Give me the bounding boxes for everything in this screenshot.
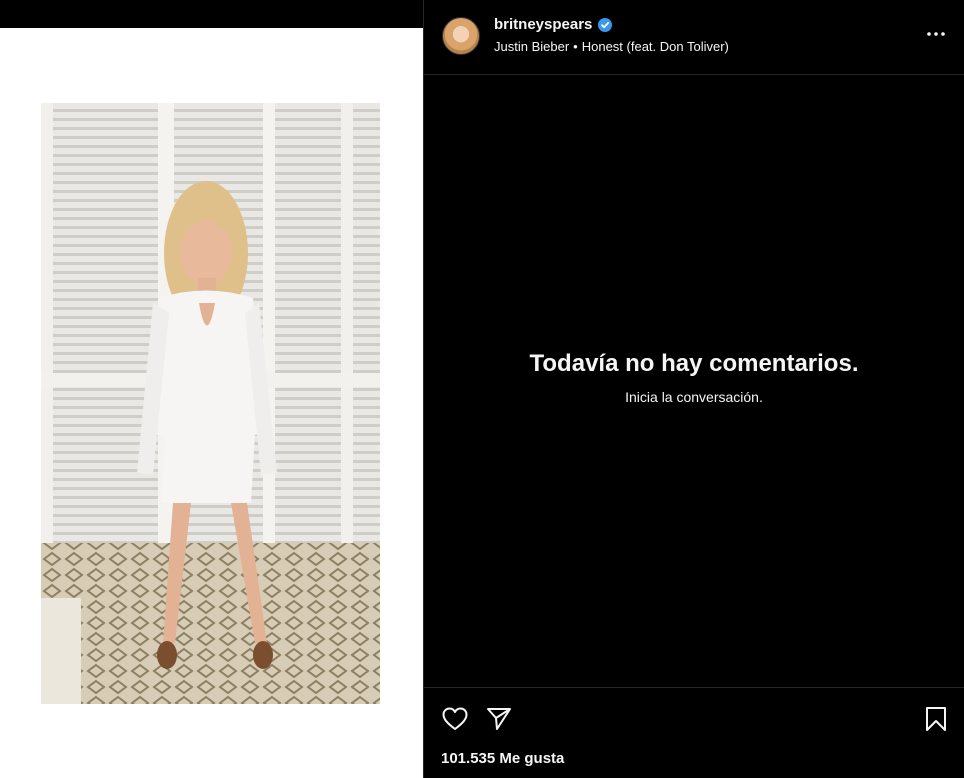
avatar[interactable] <box>442 17 480 55</box>
audio-attribution[interactable]: Justin Bieber • Honest (feat. Don Toliver) <box>494 39 729 54</box>
post-photo[interactable] <box>41 103 380 704</box>
paper-plane-icon[interactable] <box>485 705 513 733</box>
empty-comments-subtitle: Inicia la conversación. <box>625 389 763 405</box>
side-panel: britneyspears Justin Bieber • Honest (feat… <box>423 0 964 778</box>
audio-separator: • <box>573 39 578 54</box>
post-header: britneyspears Justin Bieber • Honest (feat… <box>424 0 964 75</box>
bookmark-icon[interactable] <box>922 705 950 733</box>
username[interactable]: britneyspears <box>494 16 592 33</box>
heart-icon[interactable] <box>441 705 469 733</box>
empty-comments-title: Todavía no hay comentarios. <box>529 350 859 377</box>
media-top-strip <box>0 0 423 28</box>
audio-artist[interactable]: Justin Bieber <box>494 39 569 54</box>
audio-track[interactable]: Honest (feat. Don Toliver) <box>582 39 729 54</box>
action-bar: 101.535 Me gusta <box>424 687 964 778</box>
verified-badge-icon <box>598 18 612 32</box>
more-options-icon[interactable] <box>926 24 946 44</box>
comments-section: Todavía no hay comentarios. Inicia la co… <box>424 75 964 687</box>
likes-count[interactable]: 101.535 Me gusta <box>441 750 564 767</box>
